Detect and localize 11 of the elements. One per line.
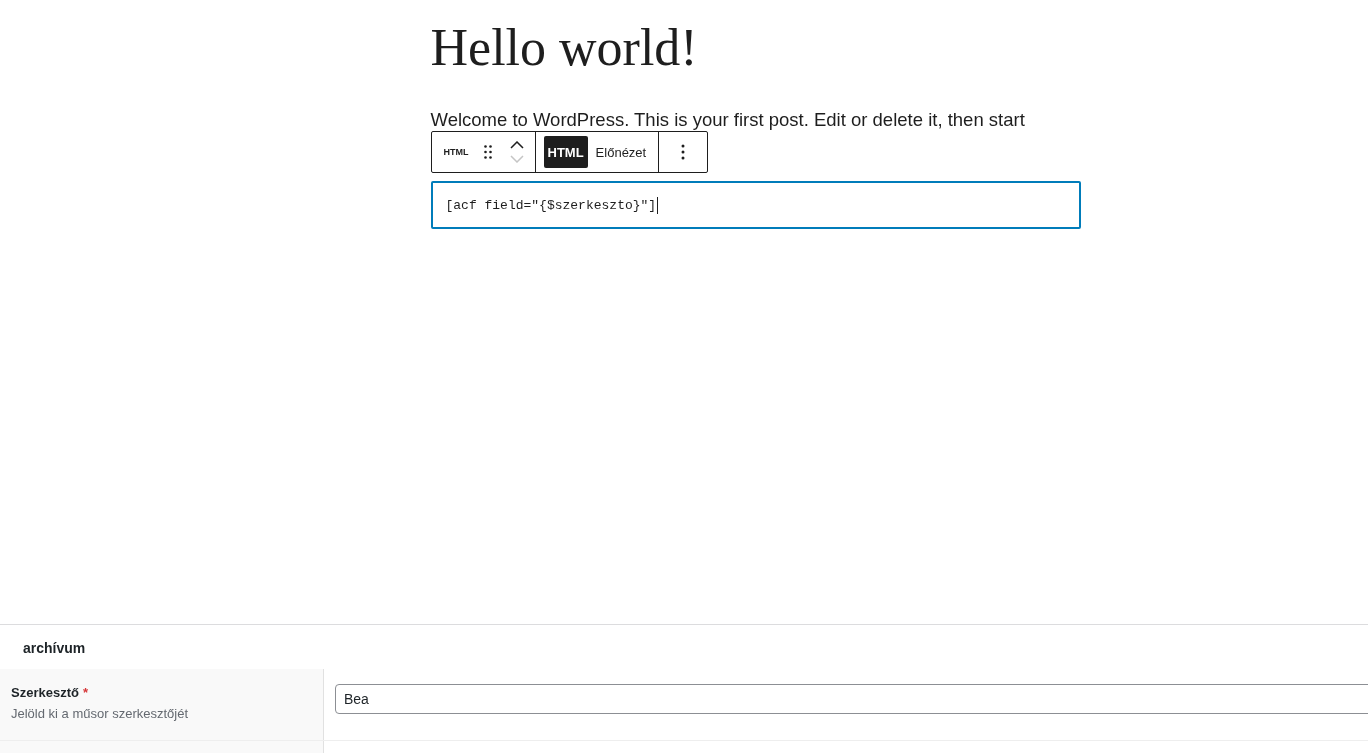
field-description: Jelöld ki a műsor szerkesztőjét xyxy=(11,706,189,721)
html-code-field[interactable]: [acf field="{$szerkeszto}"] xyxy=(430,181,1081,229)
chevron-up-icon[interactable] xyxy=(509,141,524,149)
post-title[interactable]: Hello world! xyxy=(430,18,1081,78)
mode-tab[interactable]: HTML xyxy=(543,136,588,168)
field-label: Szerkesztő * xyxy=(11,685,89,700)
input-field[interactable]: Bea xyxy=(335,684,1368,714)
mode-tab[interactable]: Előnézet xyxy=(591,136,651,168)
post-paragraph[interactable]: Welcome to WordPress. This is your first post. Edit or delete it, then start xyxy=(430,108,1081,132)
meta-box-title: archívum xyxy=(22,639,87,658)
block-type-label: HTML xyxy=(442,147,470,157)
